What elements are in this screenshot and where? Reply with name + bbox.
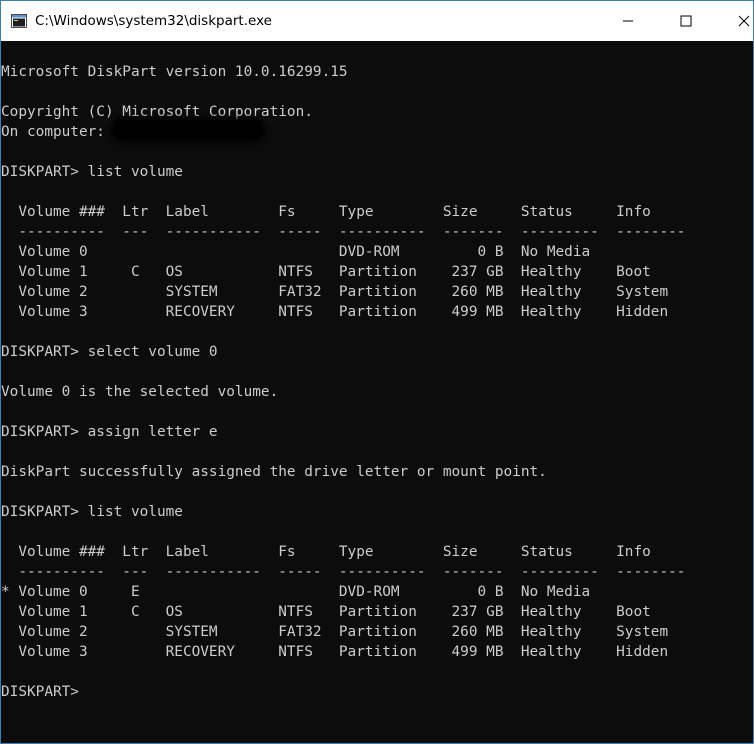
console-line: Volume 3 RECOVERY NTFS Partition 499 MB … (1, 644, 669, 660)
window-title: C:\Windows\system32\diskpart.exe (35, 13, 272, 29)
console-line: Volume 2 SYSTEM FAT32 Partition 260 MB H… (1, 284, 669, 300)
console-output[interactable]: Microsoft DiskPart version 10.0.16299.15… (1, 62, 753, 702)
console-line: Volume 0 is the selected volume. (1, 384, 279, 400)
console-line: Volume 3 RECOVERY NTFS Partition 499 MB … (1, 304, 669, 320)
console-line: Volume 1 C OS NTFS Partition 237 GB Heal… (1, 604, 651, 620)
maximize-button[interactable] (657, 1, 715, 41)
maximize-icon (680, 15, 692, 27)
console-line: Volume ### Ltr Label Fs Type Size Status… (1, 204, 651, 220)
console-line: Microsoft DiskPart version 10.0.16299.15 (1, 64, 348, 80)
console-line: DISKPART> assign letter e (1, 424, 218, 440)
redacted-computer-name (114, 121, 262, 139)
console-line: DISKPART> (1, 684, 88, 700)
console-line: Volume 0 DVD-ROM 0 B No Media (1, 244, 591, 260)
close-button[interactable] (715, 1, 753, 41)
console-line: DISKPART> list volume (1, 164, 183, 180)
console-line: Volume 1 C OS NTFS Partition 237 GB Heal… (1, 264, 651, 280)
close-icon (738, 15, 750, 27)
console-line: ---------- --- ----------- ----- -------… (1, 564, 686, 580)
console-line: DISKPART> list volume (1, 504, 183, 520)
minimize-button[interactable] (599, 1, 657, 41)
window-controls (599, 1, 753, 41)
console-line: * Volume 0 E DVD-ROM 0 B No Media (1, 584, 591, 600)
diskpart-window: C:\Windows\system32\diskpart.exe Microso… (0, 0, 754, 744)
console-line: Volume ### Ltr Label Fs Type Size Status… (1, 544, 651, 560)
minimize-icon (623, 20, 633, 22)
console-line: DiskPart successfully assigned the drive… (1, 464, 547, 480)
console-line: Volume 2 SYSTEM FAT32 Partition 260 MB H… (1, 624, 669, 640)
console-line: DISKPART> select volume 0 (1, 344, 218, 360)
console-line: ---------- --- ----------- ----- -------… (1, 224, 686, 240)
console-line: Copyright (C) Microsoft Corporation. (1, 104, 313, 120)
title-bar[interactable]: C:\Windows\system32\diskpart.exe (1, 1, 753, 41)
console-app-icon[interactable] (11, 14, 27, 28)
